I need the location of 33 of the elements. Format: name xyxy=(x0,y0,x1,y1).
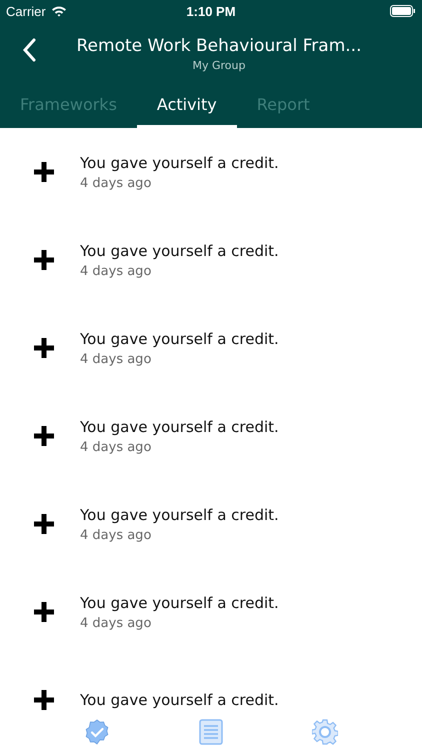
activity-time: 4 days ago xyxy=(80,440,152,454)
tab[interactable]: Report xyxy=(244,87,322,128)
plus-icon xyxy=(34,162,54,182)
activity-time: 4 days ago xyxy=(80,264,152,278)
activity-text: You gave yourself a credit. xyxy=(80,242,279,260)
wifi-icon xyxy=(50,5,67,17)
page-title: Remote Work Behavioural Fram... xyxy=(76,36,362,56)
plus-icon xyxy=(34,514,54,534)
plus-icon xyxy=(34,602,54,622)
activity-text: You gave yourself a credit. xyxy=(80,418,279,436)
check-badge-icon[interactable] xyxy=(84,719,110,745)
activity-text: You gave yourself a credit. xyxy=(80,506,279,524)
back-icon[interactable] xyxy=(22,38,36,62)
battery-icon xyxy=(390,5,416,17)
plus-icon xyxy=(34,690,54,710)
settings-icon[interactable] xyxy=(312,719,338,745)
carrier-label: Carrier xyxy=(6,4,46,18)
activity-text: You gave yourself a credit. xyxy=(80,691,279,709)
activity-text: You gave yourself a credit. xyxy=(80,594,279,612)
plus-icon xyxy=(34,338,54,358)
list-icon[interactable] xyxy=(198,719,223,745)
activity-time: 4 days ago xyxy=(80,616,152,630)
plus-icon xyxy=(34,250,54,270)
activity-text: You gave yourself a credit. xyxy=(80,154,279,172)
plus-icon xyxy=(34,426,54,446)
activity-text: You gave yourself a credit. xyxy=(80,330,279,348)
tab[interactable]: Activity xyxy=(136,87,237,128)
group-name: My Group xyxy=(192,59,246,72)
activity-time: 4 days ago xyxy=(80,528,152,542)
activity-time: 4 days ago xyxy=(80,176,152,190)
clock: 1:10 PM xyxy=(186,4,236,18)
tab[interactable]: Frameworks xyxy=(8,87,129,128)
activity-time: 4 days ago xyxy=(80,352,152,366)
